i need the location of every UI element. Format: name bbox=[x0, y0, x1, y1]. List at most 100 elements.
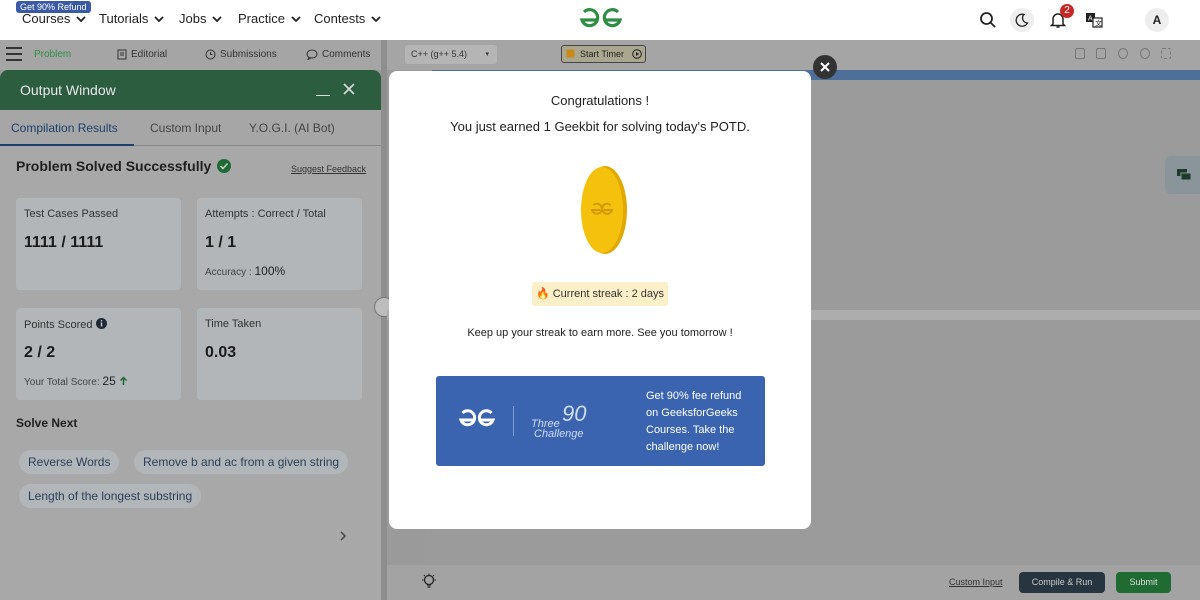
nav-contests[interactable]: Contests bbox=[314, 11, 381, 26]
problem-solved-status: Problem Solved Successfully bbox=[16, 158, 232, 174]
close-icon bbox=[820, 62, 830, 72]
tab-problem[interactable]: Problem bbox=[34, 49, 71, 60]
nav-jobs-label: Jobs bbox=[179, 11, 207, 26]
comment-icon bbox=[306, 49, 318, 60]
tab-custom-input[interactable]: Custom Input bbox=[150, 121, 221, 135]
points-label-row: Points Scored bbox=[24, 318, 107, 331]
bell-icon[interactable]: 2 bbox=[1046, 4, 1074, 32]
document-icon bbox=[117, 49, 127, 60]
compile-run-button[interactable]: Compile & Run bbox=[1019, 572, 1105, 593]
hourglass-icon bbox=[566, 49, 575, 58]
tab-editorial[interactable]: Editorial bbox=[117, 49, 167, 60]
nav-tutorials-label: Tutorials bbox=[99, 11, 149, 26]
tab-submissions[interactable]: Submissions bbox=[205, 49, 277, 60]
clock-icon bbox=[205, 49, 216, 60]
banner-challenge-text: Challenge bbox=[534, 428, 584, 440]
problem-tab-bar: Problem Editorial Submissions Comments bbox=[0, 40, 386, 70]
chevron-down-icon bbox=[154, 15, 165, 22]
nav-practice-label: Practice bbox=[238, 11, 285, 26]
tab-editorial-label: Editorial bbox=[131, 49, 168, 60]
solve-next-chip[interactable]: Reverse Words bbox=[19, 450, 120, 474]
accuracy-label: Accuracy : bbox=[205, 267, 252, 278]
solve-next-heading: Solve Next bbox=[16, 416, 78, 430]
tab-compilation-results[interactable]: Compilation Results bbox=[11, 121, 118, 135]
banner-divider bbox=[513, 406, 514, 436]
test-cases-label: Test Cases Passed bbox=[24, 208, 119, 220]
svg-text:A: A bbox=[1088, 16, 1093, 23]
suggest-feedback-link[interactable]: Suggest Feedback bbox=[291, 164, 366, 174]
nav-courses[interactable]: Courses bbox=[22, 11, 87, 26]
three90-challenge-banner[interactable]: Three 90 Challenge Get 90% fee refund on… bbox=[436, 376, 765, 466]
chevron-down-icon bbox=[291, 15, 301, 22]
avatar[interactable]: A bbox=[1145, 8, 1169, 32]
hamburger-menu-icon[interactable] bbox=[6, 47, 22, 61]
test-cases-value: 1111 / 1111 bbox=[24, 234, 104, 251]
fire-icon: 🔥 bbox=[535, 288, 550, 300]
close-icon[interactable] bbox=[342, 82, 356, 96]
solve-next-chip[interactable]: Remove b and ac from a given string bbox=[134, 450, 349, 474]
chevron-down-icon bbox=[371, 15, 381, 22]
chevron-right-icon[interactable] bbox=[338, 530, 348, 542]
time-card: Time Taken 0.03 bbox=[197, 308, 362, 400]
check-circle-icon bbox=[217, 159, 232, 173]
svg-text:文: 文 bbox=[1095, 19, 1102, 28]
chevron-down-icon bbox=[212, 15, 223, 22]
start-timer-label: Start Timer bbox=[580, 49, 625, 59]
points-card: Points Scored 2 / 2 Your Total Score: 25 bbox=[16, 308, 181, 400]
modal-earned-text: You just earned 1 Geekbit for solving to… bbox=[450, 119, 750, 134]
fullscreen-icon[interactable] bbox=[1161, 48, 1171, 59]
tab-yogi-ai-bot[interactable]: Y.O.G.I. (AI Bot) bbox=[249, 121, 335, 135]
modal-close-button[interactable] bbox=[813, 55, 837, 79]
lightbulb-icon[interactable] bbox=[421, 573, 437, 591]
banner-ninety-text: 90 bbox=[562, 401, 587, 426]
file-icon[interactable] bbox=[1096, 48, 1106, 59]
total-score: Your Total Score: 25 bbox=[24, 374, 128, 388]
search-icon[interactable] bbox=[976, 8, 1000, 32]
total-score-value: 25 bbox=[102, 374, 116, 388]
tab-comments[interactable]: Comments bbox=[306, 49, 370, 60]
status-text: Problem Solved Successfully bbox=[16, 158, 212, 174]
minimize-icon[interactable] bbox=[316, 95, 330, 96]
settings-icon[interactable] bbox=[1118, 48, 1128, 59]
keep-up-text: Keep up your streak to earn more. See yo… bbox=[467, 327, 733, 339]
chevron-down-icon bbox=[76, 15, 87, 22]
total-score-label: Your Total Score: bbox=[24, 377, 100, 388]
points-label: Points Scored bbox=[24, 319, 93, 331]
accuracy-value: 100% bbox=[254, 264, 286, 278]
tab-problem-label: Problem bbox=[34, 49, 72, 60]
points-value: 2 / 2 bbox=[24, 344, 56, 361]
language-select[interactable]: C++ (g++ 5.4) ▾ bbox=[405, 45, 497, 64]
arrow-up-icon bbox=[119, 376, 127, 385]
start-timer-button[interactable]: Start Timer bbox=[561, 45, 646, 63]
reset-icon[interactable] bbox=[1140, 48, 1150, 59]
language-select-value: C++ (g++ 5.4) bbox=[411, 49, 468, 59]
time-value: 0.03 bbox=[205, 344, 237, 361]
submit-button[interactable]: Submit bbox=[1116, 572, 1171, 593]
notification-badge: 2 bbox=[1060, 4, 1074, 18]
test-cases-card: Test Cases Passed 1111 / 1111 bbox=[16, 198, 181, 290]
chat-button[interactable] bbox=[1165, 156, 1200, 194]
attempts-value: 1 / 1 bbox=[205, 234, 237, 251]
nav-jobs[interactable]: Jobs bbox=[179, 11, 223, 26]
nav-contests-label: Contests bbox=[314, 11, 366, 26]
congratulations-modal: Congratulations ! You just earned 1 Geek… bbox=[389, 71, 811, 529]
copy-icon[interactable] bbox=[1075, 48, 1085, 59]
gfg-logo-icon bbox=[458, 409, 496, 427]
time-label: Time Taken bbox=[205, 318, 262, 330]
output-tabs: Compilation Results Custom Input Y.O.G.I… bbox=[0, 110, 381, 146]
top-navbar: Get 90% Refund Courses Tutorials Jobs Pr… bbox=[0, 0, 1200, 40]
nav-practice[interactable]: Practice bbox=[238, 11, 301, 26]
chat-icon bbox=[1177, 169, 1192, 181]
gfg-logo-icon[interactable] bbox=[576, 7, 626, 33]
custom-input-link[interactable]: Custom Input bbox=[949, 577, 1003, 587]
info-icon[interactable] bbox=[95, 318, 107, 329]
translate-icon[interactable]: A文 bbox=[1082, 8, 1106, 32]
attempts-label: Attempts : Correct / Total bbox=[205, 208, 326, 220]
dark-mode-moon-icon[interactable] bbox=[1010, 8, 1034, 32]
nav-tutorials[interactable]: Tutorials bbox=[99, 11, 165, 26]
panel-divider[interactable] bbox=[381, 40, 387, 600]
solve-next-chip[interactable]: Length of the longest substring bbox=[19, 484, 202, 508]
geekbit-coin-icon bbox=[581, 166, 627, 254]
banner-promo-text: Get 90% fee refund on GeeksforGeeks Cour… bbox=[646, 390, 742, 453]
play-icon bbox=[632, 49, 642, 59]
